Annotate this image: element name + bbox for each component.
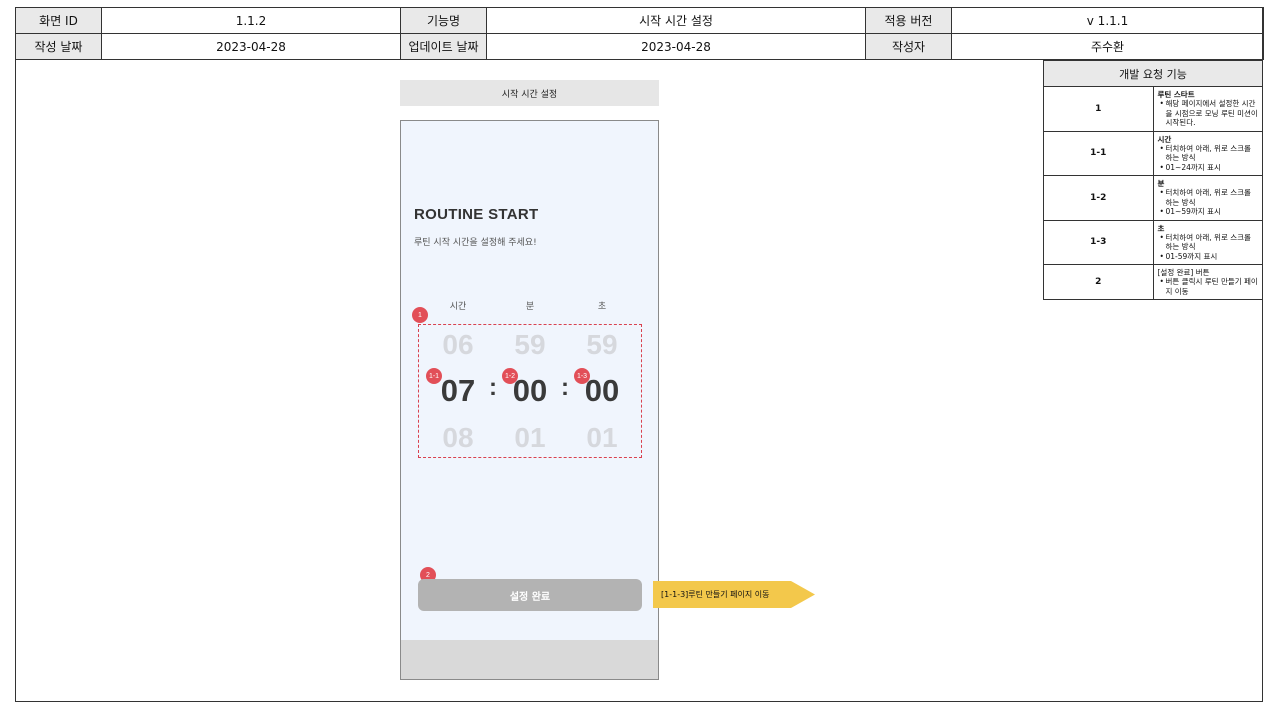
spec-row-description: 초 터치하여 아래, 위로 스크롤 하는 방식 01-59까지 표시 bbox=[1152, 219, 1263, 265]
spec-row-title: 분 bbox=[1157, 179, 1165, 188]
spec-row-title: [설정 완료] 버튼 bbox=[1157, 268, 1210, 277]
created-label: 작성 날짜 bbox=[15, 33, 102, 60]
minute-column-label: 분 bbox=[525, 302, 535, 312]
navigation-note-text: [1-1-3]루틴 만들기 페이지 이동 bbox=[661, 590, 770, 599]
author-value: 주수환 bbox=[951, 33, 1264, 60]
spec-bullet: 01~24까지 표시 bbox=[1158, 163, 1259, 173]
updated-label: 업데이트 날짜 bbox=[400, 33, 487, 60]
second-prev-value[interactable]: 59 bbox=[567, 331, 637, 359]
spec-bullet: 터치하여 아래, 위로 스크롤 하는 방식 bbox=[1158, 188, 1259, 207]
spec-row: 1-1 시간 터치하여 아래, 위로 스크롤 하는 방식 01~24까지 표시 bbox=[1043, 130, 1263, 176]
version-value: v 1.1.1 bbox=[951, 7, 1264, 34]
created-value: 2023-04-28 bbox=[101, 33, 401, 60]
spec-row-number: 1-1 bbox=[1043, 130, 1154, 176]
function-name-value: 시작 시간 설정 bbox=[486, 7, 866, 34]
spec-row-number: 1-2 bbox=[1043, 175, 1154, 221]
hour-next-value[interactable]: 08 bbox=[423, 424, 493, 452]
annotation-badge-1-1: 1-1 bbox=[426, 368, 442, 384]
spec-row-description: 루틴 스타트 해당 페이지에서 설정한 시간을 시점으로 모닝 루틴 미션이 시… bbox=[1152, 86, 1263, 132]
spec-row: 2 [설정 완료] 버튼 버튼 클릭시 루틴 만들기 페이지 이동 bbox=[1043, 263, 1263, 301]
spec-row: 1-2 분 터치하여 아래, 위로 스크롤 하는 방식 01~59까지 표시 bbox=[1043, 175, 1263, 221]
phone-mockup: ROUTINE START 루틴 시작 시간을 설정해 주세요! 시간 분 초 … bbox=[400, 120, 659, 680]
second-column-label: 초 bbox=[597, 302, 607, 312]
screen-name-tag: 시작 시간 설정 bbox=[400, 80, 659, 106]
spec-row: 1 루틴 스타트 해당 페이지에서 설정한 시간을 시점으로 모닝 루틴 미션이… bbox=[1043, 86, 1263, 132]
spec-row-description: [설정 완료] 버튼 버튼 클릭시 루틴 만들기 페이지 이동 bbox=[1152, 263, 1263, 301]
spec-row: 1-3 초 터치하여 아래, 위로 스크롤 하는 방식 01-59까지 표시 bbox=[1043, 219, 1263, 265]
spec-row-title: 시간 bbox=[1157, 134, 1172, 144]
version-label: 적용 버전 bbox=[865, 7, 952, 34]
hour-column-label: 시간 bbox=[449, 302, 467, 312]
setup-complete-button[interactable]: 설정 완료 bbox=[418, 579, 642, 611]
spec-row-number: 2 bbox=[1043, 263, 1154, 301]
spec-row-title: 루틴 스타트 bbox=[1157, 90, 1195, 99]
page-title: ROUTINE START bbox=[414, 206, 539, 223]
spec-bullet: 터치하여 아래, 위로 스크롤 하는 방식 bbox=[1158, 233, 1259, 252]
spec-bullet: 01~59까지 표시 bbox=[1158, 207, 1259, 217]
function-label: 기능명 bbox=[400, 7, 487, 34]
spec-row-description: 분 터치하여 아래, 위로 스크롤 하는 방식 01~59까지 표시 bbox=[1152, 175, 1263, 221]
hour-prev-value[interactable]: 06 bbox=[423, 331, 493, 359]
spec-row-number: 1-3 bbox=[1043, 219, 1154, 265]
screen-id-label: 화면 ID bbox=[15, 7, 102, 34]
header-table: 화면 ID 1.1.2 기능명 시작 시간 설정 적용 버전 v 1.1.1 작… bbox=[15, 7, 1264, 60]
updated-value: 2023-04-28 bbox=[486, 33, 866, 60]
spec-title: 개발 요청 기능 bbox=[1043, 60, 1263, 87]
spec-table: 개발 요청 기능 1 루틴 스타트 해당 페이지에서 설정한 시간을 시점으로 … bbox=[1043, 60, 1263, 301]
spec-row-description: 시간 터치하여 아래, 위로 스크롤 하는 방식 01~24까지 표시 bbox=[1152, 130, 1263, 176]
minute-next-value[interactable]: 01 bbox=[495, 424, 565, 452]
annotation-badge-1-2: 1-2 bbox=[502, 368, 518, 384]
spec-bullet: 버튼 클릭시 루틴 만들기 페이지 이동 bbox=[1158, 277, 1259, 296]
annotation-badge-1-3: 1-3 bbox=[574, 368, 590, 384]
annotation-badge-1: 1 bbox=[412, 307, 428, 323]
second-next-value[interactable]: 01 bbox=[567, 424, 637, 452]
minute-prev-value[interactable]: 59 bbox=[495, 331, 565, 359]
page-subtitle: 루틴 시작 시간을 설정해 주세요! bbox=[414, 238, 537, 248]
screen-id-value: 1.1.2 bbox=[101, 7, 401, 34]
navigation-note-arrow: [1-1-3]루틴 만들기 페이지 이동 bbox=[653, 581, 815, 608]
spec-row-title: 초 bbox=[1157, 223, 1165, 233]
spec-bullet: 01-59까지 표시 bbox=[1158, 252, 1259, 262]
bottom-bar bbox=[401, 640, 658, 679]
author-label: 작성자 bbox=[865, 33, 952, 60]
spec-bullet: 터치하여 아래, 위로 스크롤 하는 방식 bbox=[1158, 144, 1259, 163]
spec-row-number: 1 bbox=[1043, 86, 1154, 132]
spec-bullet: 해당 페이지에서 설정한 시간을 시점으로 모닝 루틴 미션이 시작된다. bbox=[1158, 99, 1259, 127]
